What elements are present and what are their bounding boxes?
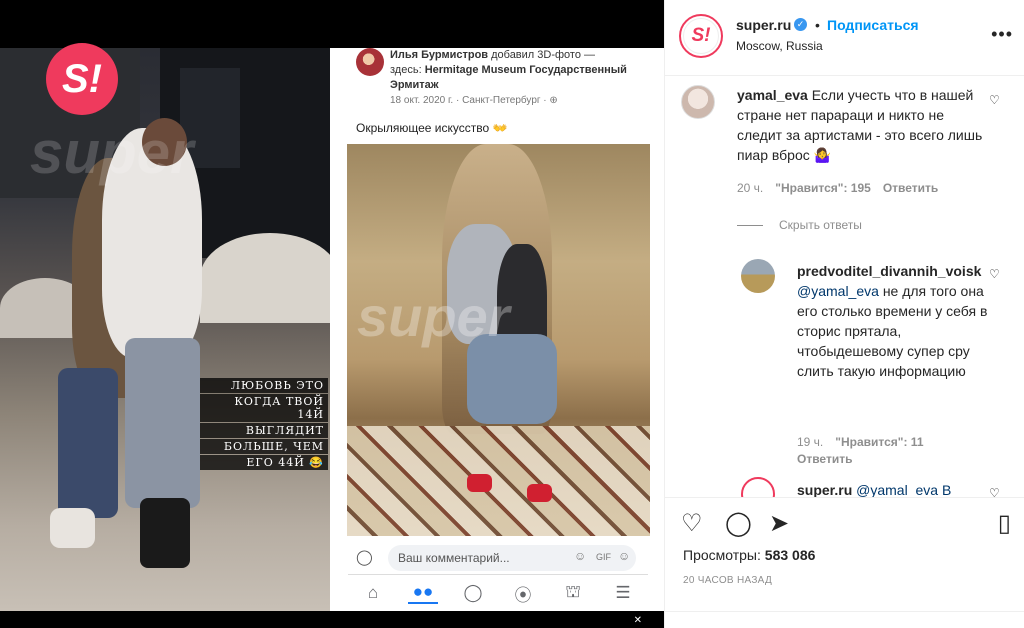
author-avatar[interactable]: S! — [679, 14, 723, 58]
story-photo: super ЛЮБОВЬ ЭТО КОГДА ТВОЙ 14Й ВЫГЛЯДИТ… — [0, 48, 330, 611]
fb-location-prefix: здесь: — [390, 64, 422, 76]
fb-author-avatar — [356, 48, 384, 76]
comment-username[interactable]: predvoditel_divannih_voisk — [797, 263, 981, 279]
fb-action-text: добавил 3D-фото — — [491, 49, 596, 61]
post-location[interactable]: Moscow, Russia — [736, 39, 823, 53]
like-comment-icon[interactable]: ♡ — [989, 93, 1000, 107]
add-comment-area[interactable] — [665, 611, 1024, 628]
mute-icon[interactable]: ✕ — [634, 615, 642, 626]
commenter-avatar[interactable] — [741, 259, 775, 293]
story-caption-line: БОЛЬШЕ, ЧЕМ — [200, 439, 328, 454]
share-icon[interactable]: ➤ — [769, 510, 789, 538]
watermark: super — [357, 285, 510, 348]
comment-username[interactable]: super.ru — [797, 482, 852, 497]
follow-button[interactable]: Подписаться — [827, 17, 919, 33]
comment-text: super.ru @yamal_eva В — [797, 480, 992, 497]
post-side-panel: S! super.ru ✓ • Подписаться Moscow, Russ… — [664, 0, 1024, 628]
museum-photo: super — [347, 144, 650, 536]
comment-time: 19 ч. — [797, 435, 824, 449]
comment-meta: Ответить — [797, 452, 852, 466]
more-icon[interactable]: ••• — [991, 24, 1013, 45]
story-caption-line: ВЫГЛЯДИТ — [200, 423, 328, 438]
author-avatar-logo: S! — [683, 18, 719, 54]
comment-body: @yamal_eva В — [856, 482, 952, 497]
home-icon: ⌂ — [367, 583, 379, 602]
emoji-icon: ☺ — [618, 549, 631, 563]
header-dot: • — [815, 17, 820, 33]
views-label: Просмотры: — [683, 547, 761, 563]
views-value: 583 086 — [764, 547, 816, 563]
camera-icon: ◯ — [356, 549, 373, 566]
post-media[interactable]: super ЛЮБОВЬ ЭТО КОГДА ТВОЙ 14Й ВЫГЛЯДИТ… — [0, 0, 664, 628]
fb-post-header: Илья Бурмистров добавил 3D-фото — здесь:… — [390, 48, 640, 108]
groups-icon: ⦿ — [514, 585, 532, 605]
commenter-avatar[interactable] — [681, 85, 715, 119]
sticker-icon: ☺ — [574, 549, 587, 563]
fb-author-name: Илья Бурмистров — [390, 49, 489, 61]
story-caption: ЛЮБОВЬ ЭТО КОГДА ТВОЙ 14Й ВЫГЛЯДИТ БОЛЬШ… — [200, 378, 328, 471]
reply-button[interactable]: Ответить — [883, 181, 938, 195]
comment-meta: 20 ч. "Нравится": 195 Ответить — [737, 181, 938, 195]
bell-icon: ⛫ — [565, 582, 581, 601]
comment-text: yamal_eva Если учесть что в нашей стране… — [737, 85, 987, 165]
comment-likes[interactable]: "Нравится": 195 — [775, 181, 871, 195]
view-count[interactable]: Просмотры: 583 086 — [683, 547, 815, 563]
comment-likes[interactable]: "Нравится": 11 — [835, 435, 923, 449]
menu-icon: ☰ — [615, 583, 631, 602]
media-bottom-bar: ✕ — [0, 611, 664, 628]
comment-meta: 19 ч. "Нравится": 11 — [797, 435, 924, 449]
verified-badge-icon: ✓ — [794, 18, 807, 31]
friends-icon: ●● — [408, 582, 438, 604]
hide-replies-button[interactable]: Скрыть ответы — [737, 218, 862, 232]
bookmark-icon[interactable]: ▯ — [998, 510, 1011, 538]
facebook-post-screenshot: Илья Бурмистров добавил 3D-фото — здесь:… — [330, 48, 664, 611]
post-actions: ♡ ◯ ➤ ▯ Просмотры: 583 086 20 ЧАСОВ НАЗА… — [665, 497, 1024, 628]
story-caption-line: КОГДА ТВОЙ 14Й — [200, 394, 328, 422]
profile-icon: ◯ — [463, 583, 483, 602]
comment-time: 20 ч. — [737, 181, 764, 195]
fb-bottom-nav: ⌂ ●● ◯ ⦿ ⛫ ☰ — [348, 574, 648, 611]
comment-username[interactable]: yamal_eva — [737, 87, 808, 103]
story-caption-line: ЕГО 44Й 😂 — [200, 455, 328, 470]
comment-text: predvoditel_divannih_voisk @yamal_eva не… — [797, 261, 992, 381]
watermark: super — [30, 119, 194, 186]
hide-replies-label: Скрыть ответы — [779, 218, 862, 232]
commenter-avatar[interactable] — [741, 477, 775, 497]
mosaic-floor — [347, 426, 650, 536]
author-username[interactable]: super.ru — [736, 17, 791, 33]
fb-comment-bar: ◯ Ваш комментарий... ☺ GIF ☺ — [356, 545, 646, 571]
gif-icon: GIF — [596, 552, 611, 562]
like-comment-icon[interactable]: ♡ — [989, 267, 1000, 281]
fb-post-text: Окрыляющее искусство 👐 — [356, 121, 508, 135]
fb-location: Hermitage Museum Государственный Эрмитаж — [390, 64, 627, 91]
comment-mention[interactable]: @yamal_eva — [797, 283, 879, 299]
post-time[interactable]: 20 ЧАСОВ НАЗАД — [683, 575, 772, 586]
comment-icon[interactable]: ◯ — [725, 510, 752, 538]
super-logo: S! — [46, 43, 118, 115]
like-icon[interactable]: ♡ — [681, 510, 703, 538]
fb-post-meta: 18 окт. 2020 г. · Санкт-Петербург · ⊕ — [390, 95, 558, 106]
comments-list[interactable]: yamal_eva Если учесть что в нашей стране… — [665, 77, 1024, 497]
reply-button[interactable]: Ответить — [797, 452, 852, 466]
like-comment-icon[interactable]: ♡ — [989, 486, 1000, 497]
post-header: S! super.ru ✓ • Подписаться Moscow, Russ… — [665, 0, 1024, 76]
story-caption-line: ЛЮБОВЬ ЭТО — [200, 378, 328, 393]
